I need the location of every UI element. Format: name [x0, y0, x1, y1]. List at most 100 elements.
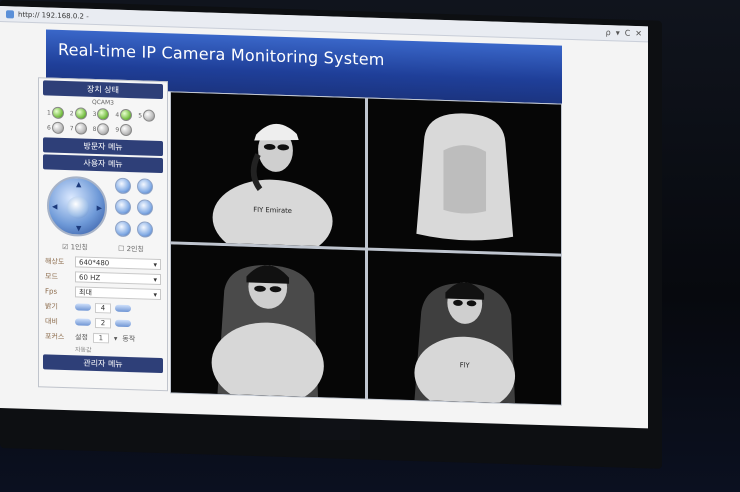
brightness-stepper: 4 [75, 302, 161, 315]
camera-status-item[interactable]: 1 [47, 106, 68, 120]
radio-second-person-label: 2인칭 [126, 244, 144, 254]
camera-grid: FIY Emirate FlY [170, 91, 562, 406]
user-menu-button[interactable]: 사용자 메뉴 [43, 154, 163, 174]
mode-value: 60 HZ [79, 272, 101, 282]
camera-number: 1 [47, 108, 51, 117]
camera-feed-2[interactable] [367, 98, 561, 254]
focus-value-select[interactable]: 1 [92, 332, 109, 343]
status-led-icon [74, 122, 87, 135]
camera-number: 5 [138, 111, 143, 119]
shirt-text: FIY Emirate [253, 206, 292, 215]
app-title: Real-time IP Camera Monitoring System [58, 39, 385, 70]
browser-controls: ρ ▾ C ✕ [606, 28, 642, 38]
camera-status-item[interactable]: 8 [93, 123, 114, 136]
radio-first-person-label: 1인칭 [70, 243, 88, 252]
ptz-home-button[interactable] [67, 196, 89, 219]
status-led-icon [51, 121, 64, 135]
camera-number: 4 [115, 111, 120, 119]
camera-number: 6 [47, 123, 51, 132]
dropdown-icon[interactable]: ▾ [616, 28, 620, 37]
camera-status-item[interactable]: 5 [138, 109, 159, 122]
camera-status-item[interactable]: 7 [70, 122, 91, 135]
fps-select[interactable]: 최대 ▾ [75, 286, 161, 301]
chevron-down-icon: ▾ [113, 334, 118, 343]
photo-scene: http:// 192.168.0.2 - ρ ▾ C ✕ Real-time … [0, 0, 740, 492]
camera-status-item[interactable]: 2 [70, 107, 91, 120]
control-panel: 장치 상태 QCAM3 123456789 방문자 메뉴 사용자 메뉴 ▲ ▼ … [38, 77, 168, 392]
chevron-down-icon: ▾ [153, 275, 157, 284]
camera-status-item[interactable]: 6 [47, 121, 68, 135]
focus-far-button[interactable] [137, 199, 153, 217]
camera-status-item[interactable]: 4 [115, 108, 136, 122]
stop-icon[interactable]: ✕ [635, 29, 642, 38]
camera-number: 3 [92, 110, 97, 118]
monitor-stand [300, 420, 360, 440]
camera-number: 2 [69, 109, 74, 117]
brightness-decrease-button[interactable] [75, 303, 91, 311]
chevron-down-icon: ▾ [153, 290, 157, 299]
status-led-icon [143, 109, 156, 122]
camera-feed-1-image: FIY Emirate [171, 92, 365, 247]
focus-label: 포커스 [45, 331, 65, 341]
chevron-down-icon: ▾ [153, 260, 157, 269]
refresh-icon[interactable]: C [625, 29, 631, 38]
status-led-icon [120, 123, 133, 137]
iris-close-button[interactable] [137, 220, 153, 238]
shirt-text: FlY [459, 361, 470, 369]
camera-feed-3-image [171, 243, 365, 399]
brightness-label: 밝기 [45, 301, 58, 311]
resolution-select[interactable]: 640*480 ▾ [75, 256, 161, 271]
status-led-icon [97, 108, 110, 121]
radio-first-person[interactable]: ☑ 1인칭 [62, 242, 88, 253]
fps-label: Fps [45, 286, 58, 296]
search-icon[interactable]: ρ [606, 28, 611, 37]
status-led-icon [97, 123, 110, 136]
admin-menu-button[interactable]: 관리자 메뉴 [43, 354, 163, 374]
status-led-icon [74, 107, 87, 120]
ptz-joystick[interactable]: ▲ ▼ ◀ ▶ [47, 175, 107, 238]
contrast-decrease-button[interactable] [75, 318, 91, 326]
camera-feed-4-image: FlY [367, 250, 561, 405]
iris-open-button[interactable] [115, 220, 131, 237]
camera-feed-3[interactable] [171, 243, 365, 399]
camera-status-item[interactable]: 9 [115, 123, 136, 137]
camera-feed-4[interactable]: FlY [367, 250, 561, 405]
resolution-label: 해상도 [45, 256, 65, 266]
camera-number: 9 [115, 126, 120, 134]
camera-number: 7 [69, 124, 74, 132]
focus-controls: 설정 1 ▾ 동작 [75, 332, 161, 345]
focus-near-button[interactable] [115, 198, 131, 216]
radio-second-person[interactable]: ☐ 2인칭 [118, 244, 144, 255]
camera-status-item[interactable]: 3 [93, 108, 114, 121]
ptz-controls: ▲ ▼ ◀ ▶ [39, 171, 167, 243]
device-status-header: 장치 상태 [43, 80, 163, 100]
page-icon [6, 9, 14, 18]
status-led-icon [120, 108, 133, 122]
contrast-value[interactable]: 2 [95, 317, 111, 328]
fps-value: 최대 [79, 287, 92, 297]
mode-select[interactable]: 60 HZ ▾ [75, 271, 161, 286]
brightness-increase-button[interactable] [115, 304, 131, 313]
status-led-icon [51, 106, 64, 120]
monitor-screen: http:// 192.168.0.2 - ρ ▾ C ✕ Real-time … [0, 6, 648, 429]
contrast-stepper: 2 [75, 317, 161, 330]
arrow-left-icon[interactable]: ◀ [52, 203, 57, 211]
zoom-out-button[interactable] [137, 178, 153, 195]
visitor-menu-button[interactable]: 방문자 메뉴 [43, 137, 163, 157]
arrow-right-icon[interactable]: ▶ [97, 204, 102, 212]
camera-status-list: 1 2 3 4 5 6 7 8 9 [39, 104, 167, 139]
ptz-buttons [115, 177, 153, 239]
mode-label: 모드 [45, 271, 58, 281]
zoom-in-button[interactable] [115, 177, 131, 195]
focus-set-label: 설정 [75, 332, 88, 342]
contrast-label: 대비 [45, 316, 58, 326]
camera-number: 8 [92, 125, 97, 133]
resolution-value: 640*480 [79, 257, 110, 267]
arrow-down-icon[interactable]: ▼ [76, 224, 81, 232]
arrow-up-icon[interactable]: ▲ [76, 180, 81, 188]
camera-feed-1[interactable]: FIY Emirate [171, 92, 365, 247]
contrast-increase-button[interactable] [115, 319, 131, 328]
brightness-value[interactable]: 4 [95, 302, 111, 313]
focus-action-button[interactable]: 동작 [122, 333, 135, 343]
camera-feed-2-image [367, 98, 561, 254]
